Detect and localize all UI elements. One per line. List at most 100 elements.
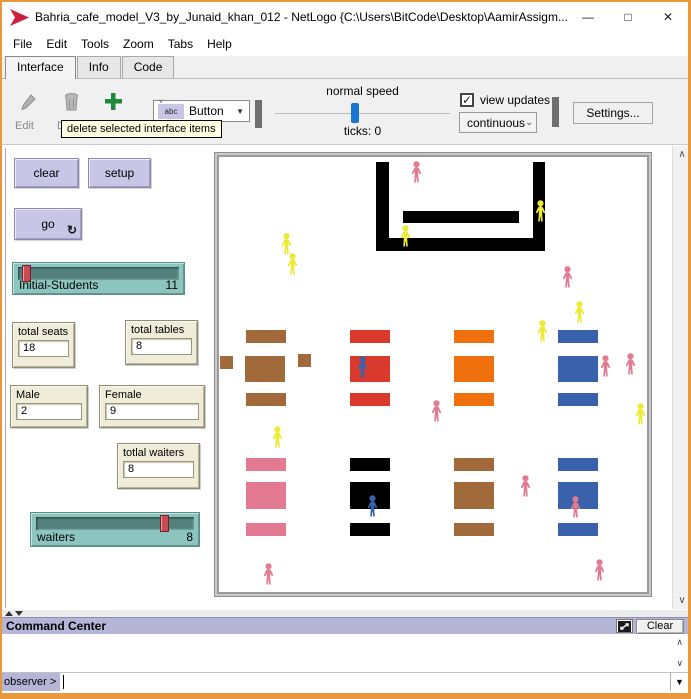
command-center-output: ∧ ∨ [2,634,688,672]
window-title: Bahria_cafe_model_V3_by_Junaid_khan_012 … [35,10,568,24]
person-icon [430,400,443,422]
person-icon [536,320,549,342]
table-block [558,393,598,406]
slider-label: waiters [37,530,75,544]
monitor-label: Female [105,389,199,401]
update-mode-dropdown[interactable]: continuous ⌄ [459,112,537,133]
person-icon [569,496,582,518]
table-block [454,458,494,471]
table-block [350,458,390,471]
dropdown-arrow-icon: ▼ [236,107,244,116]
person-icon [599,355,612,377]
view-updates-label: view updates [480,93,550,107]
delete-trash-icon[interactable] [63,92,80,111]
person-icon [286,253,299,275]
slider-track[interactable] [36,517,194,530]
table-block [558,330,598,343]
person-icon [280,233,293,255]
table-block [454,393,494,406]
tab-info[interactable]: Info [77,56,121,78]
monitor-label: Male [16,389,82,401]
person-icon [593,559,606,581]
tab-bar: Interface Info Code [2,56,688,79]
counter-block [403,211,519,223]
interface-workspace: clear setup go ↻ Initial-Students 11 tot… [2,145,688,610]
monitor-value: 8 [123,461,194,478]
window-border [0,693,691,699]
forever-loop-icon: ↻ [67,223,77,237]
person-icon [519,475,532,497]
person-icon [534,200,547,222]
menu-tabs[interactable]: Tabs [161,34,200,54]
total-seats-monitor: total seats 18 [12,322,75,368]
monitor-value: 2 [16,403,82,420]
table-block [454,356,494,382]
settings-button[interactable]: Settings... [573,102,653,124]
table-block [454,330,494,343]
text-caret [63,675,64,689]
speed-slider-handle[interactable] [351,103,359,123]
maximize-button[interactable]: □ [608,2,648,32]
setup-button[interactable]: setup [88,158,151,188]
male-monitor: Male 2 [10,385,88,428]
mini-scroll-down-icon[interactable]: ∨ [676,658,683,669]
menu-help[interactable]: Help [200,34,239,54]
person-icon [573,301,586,323]
command-center-splitter[interactable] [2,610,688,617]
panel-divider [5,148,6,608]
monitor-value: 8 [131,338,192,355]
ticks-counter: ticks: 0 [275,124,450,138]
setup-button-label: setup [105,166,134,180]
view-updates-checkbox[interactable]: ✓ [460,93,474,107]
clear-button[interactable]: clear [14,158,79,188]
table-block [246,330,286,343]
observer-prompt-label: observer > [2,673,60,691]
splitter-grip-icon[interactable] [5,611,23,616]
initial-students-slider[interactable]: Initial-Students 11 [12,262,185,295]
person-icon [399,225,412,247]
clear-command-center-button[interactable]: Clear [636,619,684,634]
menu-bar: File Edit Tools Zoom Tabs Help [2,32,688,56]
widget-type-value: Button [189,104,224,118]
clear-button-label: clear [33,166,59,180]
toolbar-separator [552,97,559,127]
table-block [558,458,598,471]
title-bar: Bahria_cafe_model_V3_by_Junaid_khan_012 … [2,2,688,32]
add-widget-plus-icon[interactable] [103,91,123,111]
expand-arrows-icon[interactable] [616,619,633,633]
table-block [454,482,494,509]
table-block [246,393,286,406]
person-icon [410,161,423,183]
menu-file[interactable]: File [6,34,39,54]
table-block [454,523,494,536]
edit-label: Edit [15,120,34,132]
tab-code[interactable]: Code [122,56,175,78]
menu-edit[interactable]: Edit [39,34,74,54]
table-block [246,458,286,471]
close-button[interactable]: ✕ [648,2,688,32]
edit-pencil-icon[interactable] [20,94,36,112]
tab-interface[interactable]: Interface [5,56,76,79]
netlogo-logo-icon [10,9,29,26]
slider-value: 11 [166,278,178,292]
waiters-slider[interactable]: waiters 8 [30,512,200,547]
menu-tools[interactable]: Tools [74,34,116,54]
person-icon [561,266,574,288]
mini-scroll-up-icon[interactable]: ∧ [676,637,683,648]
minimize-button[interactable]: — [568,2,608,32]
person-icon [366,495,379,517]
command-input[interactable] [60,673,670,691]
table-block [350,330,390,343]
monitor-value: 9 [105,403,199,420]
total-tables-monitor: total tables 8 [125,320,198,365]
command-history-dropdown[interactable]: ▼ [670,673,688,691]
go-button-label: go [41,217,54,231]
menu-zoom[interactable]: Zoom [116,34,161,54]
command-center-header: Command Center Clear [2,617,688,634]
speed-slider-track[interactable] [275,113,450,114]
widget-type-dropdown[interactable]: abc Button ▼ [153,100,250,122]
monitor-label: total seats [18,326,69,338]
chair-block [298,354,311,367]
interface-toolbar: Edit Delete abc Button ▼ normal speed ti… [2,79,688,145]
go-button[interactable]: go ↻ [14,208,82,240]
